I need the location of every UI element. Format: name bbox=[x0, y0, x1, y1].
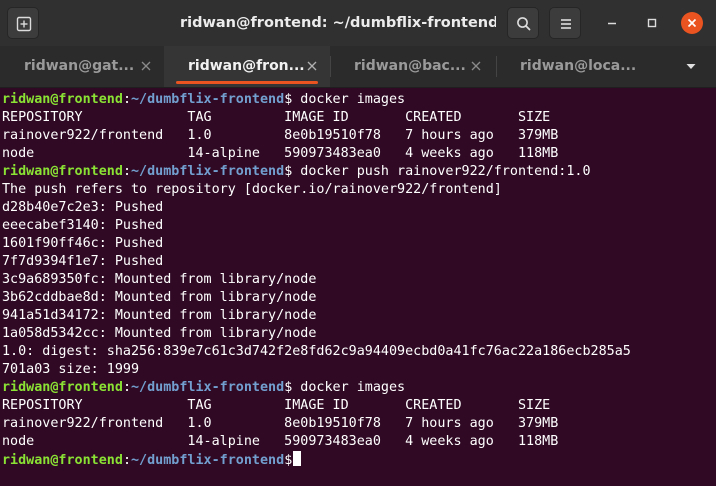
maximize-button[interactable] bbox=[641, 12, 663, 34]
minimize-button[interactable] bbox=[601, 12, 623, 34]
output-line: 3c9a689350fc: Mounted from library/node bbox=[2, 272, 317, 287]
prompt-command: $ docker images bbox=[284, 92, 406, 107]
scrollbar[interactable] bbox=[712, 88, 716, 486]
output-line: node 14-alpine 590973483ea0 4 weeks ago … bbox=[2, 434, 559, 449]
prompt-command: $ docker images bbox=[284, 380, 406, 395]
header-bar: ridwan@frontend: ~/dumbflix-frontend bbox=[0, 0, 716, 46]
prompt-line: ridwan@frontend:~/dumbflix-frontend$ doc… bbox=[2, 379, 405, 397]
output-line: rainover922/frontend 1.0 8e0b19510f78 7 … bbox=[2, 416, 559, 431]
prompt-command: $ bbox=[284, 453, 293, 468]
tab-label: ridwan@bac... bbox=[354, 58, 466, 74]
tabs-dropdown-button[interactable] bbox=[683, 58, 699, 74]
active-tab-indicator bbox=[176, 81, 318, 84]
output-line: 701a03 size: 1999 bbox=[2, 362, 140, 377]
hamburger-menu-button[interactable] bbox=[549, 7, 581, 39]
output-line: 3b62cddbae8d: Mounted from library/node bbox=[2, 290, 317, 305]
new-tab-button[interactable] bbox=[7, 7, 39, 39]
output-line: node 14-alpine 590973483ea0 4 weeks ago … bbox=[2, 146, 559, 161]
tab-backend[interactable]: ridwan@bac... bbox=[330, 46, 496, 87]
prompt-path: ~/dumbflix-frontend bbox=[131, 453, 285, 468]
tab-close-button[interactable] bbox=[304, 58, 320, 74]
tab-label: ridwan@loca... bbox=[520, 58, 637, 74]
window-title: ridwan@frontend: ~/dumbflix-frontend bbox=[180, 15, 496, 31]
output-line: 7f7d9394f1e7: Pushed bbox=[2, 254, 164, 269]
output-line: 1a058d5342cc: Mounted from library/node bbox=[2, 326, 317, 341]
output-line: REPOSITORY TAG IMAGE ID CREATED SIZE bbox=[2, 398, 551, 413]
output-line: The push refers to repository [docker.io… bbox=[2, 182, 502, 197]
tab-localhost[interactable]: ridwan@loca... bbox=[496, 46, 666, 87]
close-button[interactable] bbox=[681, 12, 703, 34]
prompt-user: ridwan@frontend bbox=[2, 92, 123, 107]
prompt-separator: : bbox=[122, 380, 131, 395]
output-line: 941a51d34172: Mounted from library/node bbox=[2, 308, 317, 323]
prompt-command: $ docker push rainover922/frontend:1.0 bbox=[284, 164, 591, 179]
tab-bar: ridwan@gat... ridwan@fron... ridwan@bac.… bbox=[0, 46, 716, 88]
text-cursor bbox=[293, 451, 302, 466]
tab-label: ridwan@gat... bbox=[24, 58, 135, 74]
prompt-separator: : bbox=[122, 453, 131, 468]
tab-gateway[interactable]: ridwan@gat... bbox=[0, 46, 164, 87]
tab-close-button[interactable] bbox=[468, 58, 484, 74]
prompt-path: ~/dumbflix-frontend bbox=[131, 380, 285, 395]
prompt-separator: : bbox=[122, 164, 131, 179]
output-line: REPOSITORY TAG IMAGE ID CREATED SIZE bbox=[2, 110, 551, 125]
output-line: rainover922/frontend 1.0 8e0b19510f78 7 … bbox=[2, 128, 559, 143]
prompt-line: ridwan@frontend:~/dumbflix-frontend$ doc… bbox=[2, 91, 405, 109]
terminal-output[interactable]: ridwan@frontend:~/dumbflix-frontend$ doc… bbox=[0, 88, 716, 486]
output-line: eeecabef3140: Pushed bbox=[2, 218, 164, 233]
output-line: d28b40e7c2e3: Pushed bbox=[2, 200, 164, 215]
output-line: 1.0: digest: sha256:839e7c61c3d742f2e8fd… bbox=[2, 344, 631, 359]
output-line: 1601f90ff46c: Pushed bbox=[2, 236, 164, 251]
search-button[interactable] bbox=[507, 7, 539, 39]
tab-close-button[interactable] bbox=[138, 58, 154, 74]
prompt-path: ~/dumbflix-frontend bbox=[131, 92, 285, 107]
prompt-line: ridwan@frontend:~/dumbflix-frontend$ bbox=[2, 451, 302, 469]
terminal-window: ridwan@frontend: ~/dumbflix-frontend rid… bbox=[0, 0, 716, 486]
prompt-user: ridwan@frontend bbox=[2, 453, 123, 468]
tab-frontend[interactable]: ridwan@fron... bbox=[164, 46, 330, 87]
prompt-separator: : bbox=[122, 92, 131, 107]
prompt-user: ridwan@frontend bbox=[2, 164, 123, 179]
prompt-line: ridwan@frontend:~/dumbflix-frontend$ doc… bbox=[2, 163, 591, 181]
prompt-user: ridwan@frontend bbox=[2, 380, 123, 395]
prompt-path: ~/dumbflix-frontend bbox=[131, 164, 285, 179]
